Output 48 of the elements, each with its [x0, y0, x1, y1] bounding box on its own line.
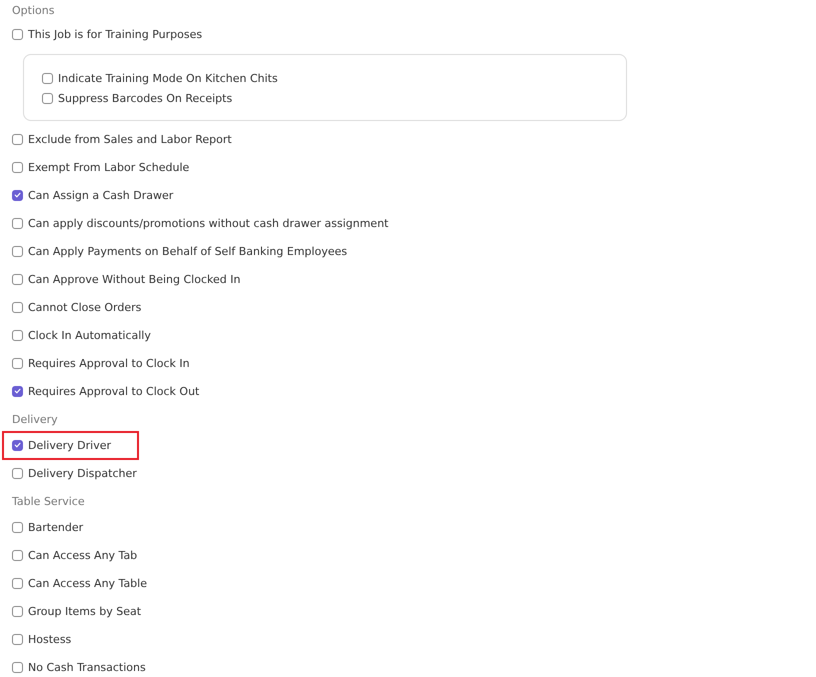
checkbox-label[interactable]: This Job is for Training Purposes — [28, 28, 202, 40]
checkbox[interactable] — [12, 28, 23, 40]
checkbox-label[interactable]: Exempt From Labor Schedule — [28, 160, 190, 174]
checkbox[interactable] — [12, 440, 23, 450]
checkmark-icon — [13, 386, 22, 396]
checkbox-label[interactable]: No Cash Transactions — [28, 660, 146, 674]
section-heading: Delivery — [12, 412, 59, 428]
section-heading: Options — [12, 2, 56, 18]
checkbox-label[interactable]: Requires Approval to Clock Out — [28, 384, 200, 398]
checkbox[interactable] — [12, 274, 23, 284]
checkbox[interactable] — [12, 246, 23, 256]
checkbox[interactable] — [12, 386, 23, 396]
checkbox[interactable] — [12, 218, 23, 228]
checkbox[interactable] — [12, 330, 23, 340]
checkbox-label[interactable]: Group Items by Seat — [28, 604, 142, 618]
checkbox[interactable] — [12, 190, 23, 200]
checkbox[interactable] — [12, 134, 23, 144]
checkbox-label[interactable]: Cannot Close Orders — [28, 300, 142, 314]
checkbox[interactable] — [12, 634, 23, 644]
checkmark-icon — [13, 190, 22, 200]
section-heading: Table Service — [12, 494, 86, 510]
checkbox-label[interactable]: Can apply discounts/promotions without cash drawer assignment — [28, 216, 388, 230]
checkbox-label[interactable]: Bartender — [28, 520, 84, 534]
checkbox-label[interactable]: Can Access Any Tab — [28, 548, 138, 562]
checkbox[interactable] — [42, 72, 53, 84]
checkbox[interactable] — [42, 92, 53, 104]
checkbox[interactable] — [12, 606, 23, 616]
checkbox[interactable] — [12, 302, 23, 312]
checkbox-label[interactable]: Can Apply Payments on Behalf of Self Banking Employees — [28, 244, 348, 258]
checkbox-label[interactable]: Can Assign a Cash Drawer — [28, 188, 174, 202]
checkbox-label[interactable]: Indicate Training Mode On Kitchen Chits — [58, 72, 278, 84]
checkbox-label[interactable]: Delivery Driver — [28, 438, 112, 452]
checkbox[interactable] — [12, 578, 23, 588]
checkbox[interactable] — [12, 550, 23, 560]
checkbox-label[interactable]: Delivery Dispatcher — [28, 466, 137, 480]
checkbox-label[interactable]: Clock In Automatically — [28, 328, 151, 342]
checkbox-label[interactable]: Hostess — [28, 632, 72, 646]
checkbox-label[interactable]: Can Access Any Table — [28, 576, 147, 590]
checkbox[interactable] — [12, 358, 23, 368]
checkbox-label[interactable]: Requires Approval to Clock In — [28, 356, 190, 370]
checkbox[interactable] — [12, 162, 23, 172]
checkbox[interactable] — [12, 468, 23, 478]
checkbox[interactable] — [12, 522, 23, 532]
checkbox-label[interactable]: Exclude from Sales and Labor Report — [28, 132, 232, 146]
checkbox-label[interactable]: Suppress Barcodes On Receipts — [58, 92, 232, 104]
checkmark-icon — [13, 440, 22, 450]
checkbox-label[interactable]: Can Approve Without Being Clocked In — [28, 272, 240, 286]
checkbox[interactable] — [12, 662, 23, 672]
